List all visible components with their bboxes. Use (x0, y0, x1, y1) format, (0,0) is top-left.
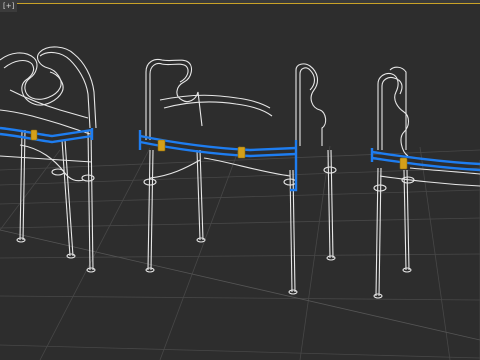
clamp-middle-1[interactable] (157, 139, 166, 152)
clamp-middle-2[interactable] (237, 146, 246, 159)
ground-grid (0, 145, 480, 360)
walker-right[interactable] (373, 66, 480, 299)
walker-right-crossbar[interactable] (370, 148, 480, 172)
walker-middle-crossbar[interactable] (138, 130, 298, 192)
viewport-menu-label[interactable]: [+] (0, 0, 18, 12)
clamp-right-1[interactable] (399, 157, 408, 170)
scene-canvas[interactable] (0, 0, 480, 360)
viewport-perspective[interactable]: [+] (0, 0, 480, 360)
viewport-border (0, 0, 480, 4)
walker-left[interactable] (0, 46, 97, 273)
clamp-left-1[interactable] (30, 129, 38, 141)
